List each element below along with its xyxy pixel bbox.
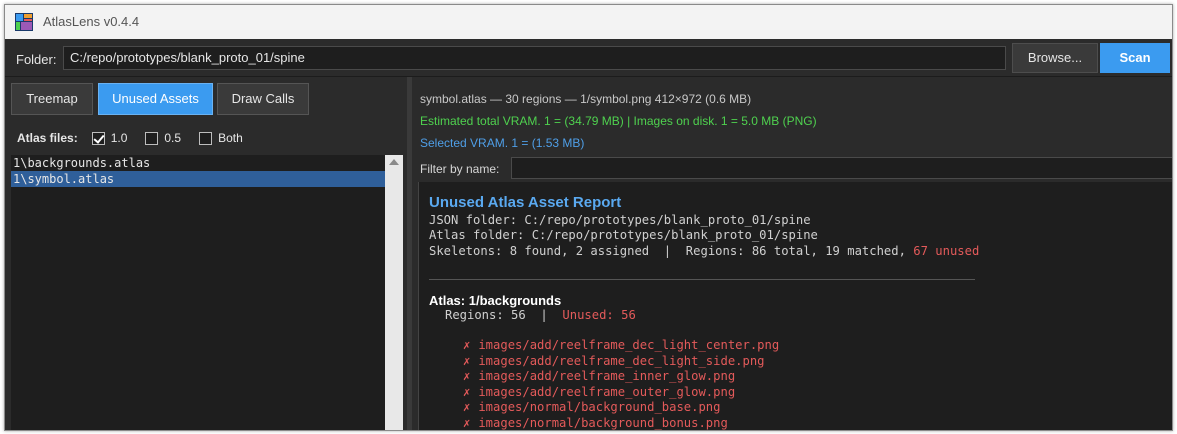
atlas-summary: symbol.atlas — 30 regions — 1/symbol.png…	[420, 92, 752, 106]
divider	[429, 279, 975, 280]
option-0-5[interactable]: 0.5	[145, 131, 181, 145]
window-title: AtlasLens v0.4.4	[43, 14, 140, 29]
selected-vram: Selected VRAM. 1 = (1.53 MB)	[420, 136, 585, 150]
title-bar: AtlasLens v0.4.4	[5, 5, 1172, 39]
tab-draw-calls[interactable]: Draw Calls	[217, 83, 309, 115]
missing-path: images/normal/background_base.png	[478, 400, 721, 414]
skeletons-line: Skeletons: 8 found, 2 assigned | Regions…	[429, 244, 979, 259]
report-title: Unused Atlas Asset Report	[429, 194, 622, 211]
left-panel: Treemap Unused Assets Draw Calls Atlas f…	[5, 77, 407, 430]
filter-label: Filter by name:	[420, 162, 500, 176]
missing-item: ✗ images/normal/background_base.png	[463, 400, 720, 415]
atlas-folder-line: Atlas folder: C:/repo/prototypes/blank_p…	[429, 228, 818, 242]
json-folder-line: JSON folder: C:/repo/prototypes/blank_pr…	[429, 213, 811, 227]
browse-button[interactable]: Browse...	[1012, 43, 1098, 73]
option-both-label: Both	[218, 131, 243, 145]
atlas-file-list: 1\backgrounds.atlas 1\symbol.atlas	[11, 155, 385, 430]
vram-estimate: Estimated total VRAM. 1 = (34.79 MB) | I…	[420, 114, 817, 128]
missing-item: ✗ images/normal/background_bonus.png	[463, 416, 728, 430]
option-both[interactable]: Both	[199, 131, 243, 145]
tab-treemap[interactable]: Treemap	[11, 83, 93, 115]
scroll-up-arrow-icon[interactable]	[389, 159, 399, 165]
missing-path: images/add/reelframe_inner_glow.png	[478, 369, 736, 383]
missing-path: images/add/reelframe_dec_light_side.png	[478, 354, 765, 368]
checkbox-1-0[interactable]	[91, 131, 105, 145]
skeletons-summary: Skeletons: 8 found, 2 assigned | Regions…	[429, 244, 914, 258]
atlas-files-options: Atlas files: 1.0 0.5 Both	[17, 129, 261, 147]
atlas-heading: Atlas: 1/backgrounds	[429, 293, 562, 308]
app-icon	[15, 13, 33, 31]
scan-button[interactable]: Scan	[1100, 43, 1170, 73]
option-1-0[interactable]: 1.0	[91, 131, 128, 145]
checkbox-both[interactable]	[199, 131, 213, 145]
regions-unused: Unused: 56	[562, 308, 636, 322]
right-panel: symbol.atlas — 30 regions — 1/symbol.png…	[412, 77, 1172, 430]
folder-label: Folder:	[16, 52, 57, 67]
option-0-5-label: 0.5	[164, 131, 182, 145]
missing-item: ✗ images/add/reelframe_outer_glow.png	[463, 385, 735, 400]
missing-item: ✗ images/add/reelframe_dec_light_side.png	[463, 354, 765, 369]
cross-icon: ✗	[463, 354, 471, 368]
file-list-scrollbar[interactable]	[385, 155, 403, 430]
toolbar: Folder: C:/repo/prototypes/blank_proto_0…	[5, 39, 1172, 77]
filter-input[interactable]	[511, 157, 1172, 179]
missing-path: images/add/reelframe_dec_light_center.pn…	[478, 338, 780, 352]
missing-item: ✗ images/add/reelframe_dec_light_center.p…	[463, 338, 779, 353]
missing-path: images/add/reelframe_outer_glow.png	[478, 385, 736, 399]
cross-icon: ✗	[463, 385, 471, 399]
missing-item: ✗ images/add/reelframe_inner_glow.png	[463, 369, 735, 384]
folder-path-input[interactable]: C:/repo/prototypes/blank_proto_01/spine	[63, 46, 1006, 70]
checkbox-0-5[interactable]	[145, 131, 159, 145]
regions-line: Regions: 56 | Unused: 56	[445, 308, 636, 323]
tab-unused-assets[interactable]: Unused Assets	[98, 83, 213, 115]
missing-path: images/normal/background_bonus.png	[478, 416, 728, 430]
list-item[interactable]: 1\backgrounds.atlas	[11, 155, 385, 171]
atlas-files-label: Atlas files:	[17, 131, 78, 145]
cross-icon: ✗	[463, 400, 471, 414]
cross-icon: ✗	[463, 338, 471, 352]
cross-icon: ✗	[463, 369, 471, 383]
option-1-0-label: 1.0	[110, 131, 128, 145]
cross-icon: ✗	[463, 416, 471, 430]
regions-count: Regions: 56 |	[445, 308, 563, 322]
app-window: AtlasLens v0.4.4 Folder: C:/repo/prototy…	[4, 4, 1173, 431]
report-view: Unused Atlas Asset Report JSON folder: C…	[418, 182, 1172, 430]
unused-count: 67 unused	[913, 244, 980, 258]
list-item-selected[interactable]: 1\symbol.atlas	[11, 171, 385, 187]
